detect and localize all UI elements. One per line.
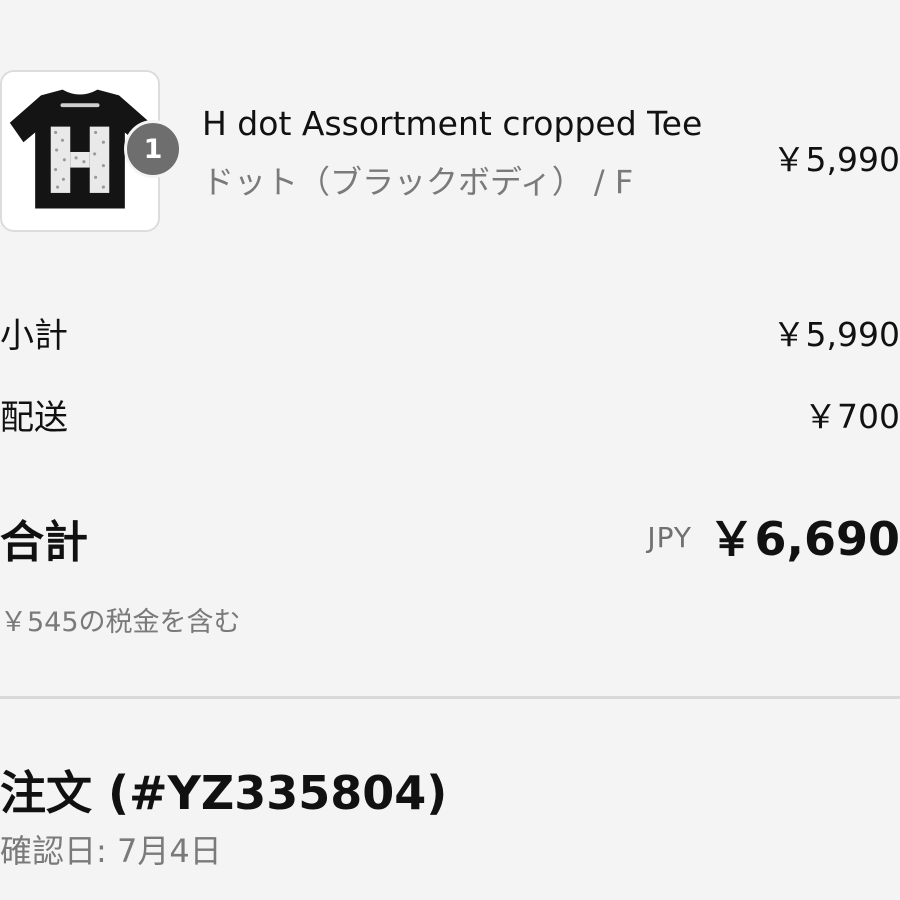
order-title: 注文 (#YZ335804) — [0, 766, 448, 820]
product-title: H dot Assortment cropped Tee — [202, 104, 703, 143]
subtotal-value: ￥5,990 — [772, 315, 900, 354]
total-value: ￥6,690 — [708, 512, 900, 566]
subtotal-label: 小計 — [0, 316, 68, 356]
total-label: 合計 — [0, 517, 88, 568]
order-summary-page: 1 H dot Assortment cropped Tee ドット（ブラックボ… — [0, 0, 900, 900]
section-divider — [0, 696, 900, 699]
order-confirmed-date: 確認日: 7月4日 — [0, 832, 222, 870]
product-variant: ドット（ブラックボディ） / F — [202, 163, 634, 201]
tax-note: ￥545の税金を含む — [0, 607, 241, 638]
shipping-value: ￥700 — [804, 397, 900, 436]
product-thumbnail-wrapper: 1 — [0, 70, 182, 232]
quantity-badge: 1 — [124, 120, 182, 178]
shipping-label: 配送 — [0, 398, 68, 438]
total-currency: JPY — [647, 521, 692, 554]
product-price: ￥5,990 — [772, 140, 900, 179]
